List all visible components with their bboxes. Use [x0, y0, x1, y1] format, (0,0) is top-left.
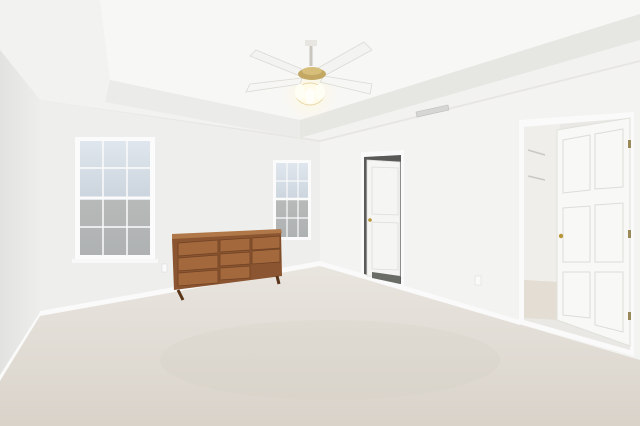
room-drawing: [0, 0, 640, 426]
wall-outlet: [161, 263, 168, 273]
closet-doorway: [361, 150, 404, 288]
window-left: [72, 137, 158, 263]
walk-in-closet-doorway: [519, 112, 634, 356]
bedroom-photo: [0, 0, 640, 426]
carpet-shadow: [160, 320, 500, 400]
wall-outlet-right: [474, 275, 482, 286]
window-right: [273, 160, 311, 240]
